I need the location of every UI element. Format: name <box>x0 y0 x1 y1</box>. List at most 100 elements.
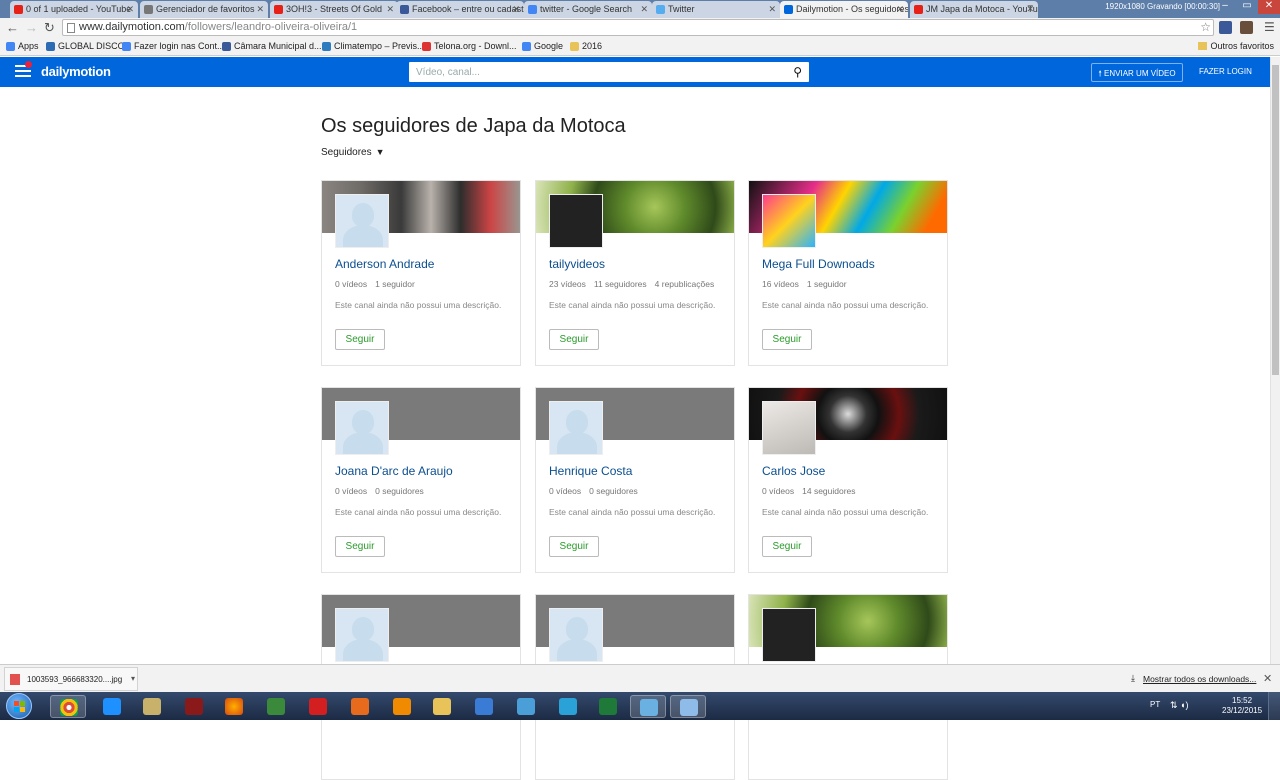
channel-avatar[interactable] <box>335 608 389 662</box>
channel-avatar[interactable] <box>335 401 389 455</box>
clock-date: 23/12/2015 <box>1222 706 1263 715</box>
user-silhouette-icon <box>352 410 374 434</box>
taskbar-app[interactable] <box>216 695 252 718</box>
windows-logo-icon <box>14 701 26 713</box>
bookmark-item[interactable]: Google <box>522 41 563 51</box>
browser-tab[interactable]: Twitter ✕ <box>652 1 780 18</box>
taskbar-app[interactable] <box>670 695 706 718</box>
browser-tab[interactable]: Gerenciador de favoritos ✕ <box>140 1 268 18</box>
browser-tab[interactable]: 3OH!3 - Streets Of Gold ✕ <box>270 1 398 18</box>
channel-name[interactable]: Joana D'arc de Araujo <box>335 464 453 478</box>
site-header: dailymotion ⚲ 🠕 ENVIAR UM VÍDEO FAZER LO… <box>0 57 1270 87</box>
close-downloads-icon[interactable]: ✕ <box>1263 672 1272 685</box>
follow-button[interactable]: Seguir <box>335 329 385 350</box>
other-bookmarks[interactable]: Outros favoritos <box>1198 41 1274 51</box>
show-all-downloads-link[interactable]: ⤓ Mostrar todos os downloads... <box>1131 673 1256 684</box>
tray-icons[interactable]: ⇅ ◖) <box>1170 700 1188 711</box>
taskbar-app[interactable] <box>94 695 130 718</box>
channel-avatar[interactable] <box>762 401 816 455</box>
follow-button[interactable]: Seguir <box>335 536 385 557</box>
ie-taskbar-icon <box>103 698 121 715</box>
follow-button[interactable]: Seguir <box>549 329 599 350</box>
taskbar-app[interactable] <box>342 695 378 718</box>
page-scrollbar[interactable] <box>1270 57 1280 664</box>
facebook-extension-icon[interactable] <box>1219 21 1232 34</box>
channel-avatar[interactable] <box>549 608 603 662</box>
bookmark-item[interactable]: Apps <box>6 41 39 51</box>
start-button[interactable] <box>6 693 32 719</box>
taskbar-app[interactable] <box>134 695 170 718</box>
upload-video-button[interactable]: 🠕 ENVIAR UM VÍDEO <box>1091 63 1183 82</box>
tab-close-icon[interactable]: ✕ <box>768 4 776 15</box>
download-options-icon[interactable]: ▾ <box>131 674 135 683</box>
taskbar-app[interactable] <box>508 695 544 718</box>
bookmark-item[interactable]: GLOBAL DISCO <box>46 41 125 51</box>
back-arrow-icon[interactable]: ← <box>6 20 19 35</box>
tab-close-icon[interactable]: ✕ <box>1026 4 1034 15</box>
reload-icon[interactable]: ↻ <box>44 20 55 36</box>
taskbar-clock[interactable]: 15:52 23/12/2015 <box>1222 696 1262 716</box>
follow-button[interactable]: Seguir <box>549 536 599 557</box>
taskbar-app[interactable] <box>176 695 212 718</box>
channel-name[interactable]: tailyvideos <box>549 257 605 271</box>
show-desktop-button[interactable] <box>1268 692 1280 720</box>
taskbar-app[interactable] <box>50 695 86 718</box>
download-item[interactable]: 1003593_966683320....jpg ▾ <box>4 667 138 691</box>
forward-arrow-icon[interactable]: → <box>25 20 38 35</box>
search-input[interactable] <box>409 62 769 83</box>
bookmark-favicon-icon <box>6 42 15 51</box>
follow-button[interactable]: Seguir <box>762 536 812 557</box>
taskbar-app[interactable] <box>424 695 460 718</box>
tab-close-icon[interactable]: ✕ <box>512 4 520 15</box>
browser-tab[interactable]: Facebook – entre ou cadastre-se✕ <box>396 1 524 18</box>
taskbar-app[interactable] <box>590 695 626 718</box>
browser-tab[interactable]: twitter - Google Search ✕ <box>524 1 652 18</box>
channel-avatar[interactable] <box>335 194 389 248</box>
bookmark-item[interactable]: Telona.org - Downl... <box>422 41 517 51</box>
browser-tab[interactable]: JM Japa da Motoca - YouTube ✕ <box>910 1 1038 18</box>
search-box: ⚲ <box>409 62 809 83</box>
dailymotion-logo[interactable]: dailymotion <box>41 64 111 79</box>
channel-stat: 14 seguidores <box>802 486 856 496</box>
taskbar-app[interactable] <box>630 695 666 718</box>
channel-avatar[interactable] <box>549 194 603 248</box>
tab-close-icon[interactable]: ✕ <box>386 4 394 15</box>
taskbar-app[interactable] <box>466 695 502 718</box>
close-window-button[interactable]: ✕ <box>1258 0 1280 14</box>
tab-close-icon[interactable]: ✕ <box>640 4 648 15</box>
channel-avatar[interactable] <box>549 401 603 455</box>
taskbar-app[interactable] <box>550 695 586 718</box>
channel-name[interactable]: Carlos Jose <box>762 464 825 478</box>
channel-avatar[interactable] <box>762 608 816 662</box>
channel-name[interactable]: Mega Full Downoads <box>762 257 875 271</box>
tab-close-icon[interactable]: ✕ <box>126 4 134 15</box>
maximize-button[interactable]: ▭ <box>1236 0 1258 14</box>
taskbar-app[interactable] <box>384 695 420 718</box>
followers-filter-dropdown[interactable]: Seguidores ▼ <box>321 147 385 158</box>
scrollbar-thumb[interactable] <box>1272 65 1279 375</box>
tab-close-icon[interactable]: ✕ <box>256 4 264 15</box>
opera-taskbar-icon <box>309 698 327 715</box>
taskbar-app[interactable] <box>258 695 294 718</box>
search-icon[interactable]: ⚲ <box>793 65 802 79</box>
login-link[interactable]: FAZER LOGIN <box>1199 67 1252 76</box>
bookmark-item[interactable]: 2016 <box>570 41 602 51</box>
channel-name[interactable]: Anderson Andrade <box>335 257 434 271</box>
browser-tab[interactable]: 0 of 1 uploaded - YouTube ✕ <box>10 1 138 18</box>
follow-button[interactable]: Seguir <box>762 329 812 350</box>
bookmark-star-icon[interactable]: ☆ <box>1200 20 1211 34</box>
windows-taskbar: PT ⇅ ◖) 15:52 23/12/2015 <box>0 692 1280 720</box>
instagram-extension-icon[interactable] <box>1240 21 1253 34</box>
chrome-menu-icon[interactable]: ☰ <box>1264 20 1275 34</box>
minimize-button[interactable]: – <box>1214 0 1236 14</box>
taskbar-app[interactable] <box>300 695 336 718</box>
language-indicator[interactable]: PT <box>1150 700 1160 709</box>
channel-name[interactable]: Henrique Costa <box>549 464 632 478</box>
bookmark-item[interactable]: Fazer login nas Cont... <box>122 41 225 51</box>
channel-avatar[interactable] <box>762 194 816 248</box>
url-field[interactable]: www.dailymotion.com/followers/leandro-ol… <box>62 19 1214 36</box>
browser-tab[interactable]: Dailymotion - Os seguidores ✕ <box>780 1 908 18</box>
tab-close-icon[interactable]: ✕ <box>896 4 904 15</box>
bookmark-item[interactable]: Câmara Municipal d... <box>222 41 322 51</box>
bookmark-item[interactable]: Climatempo – Previs... <box>322 41 425 51</box>
